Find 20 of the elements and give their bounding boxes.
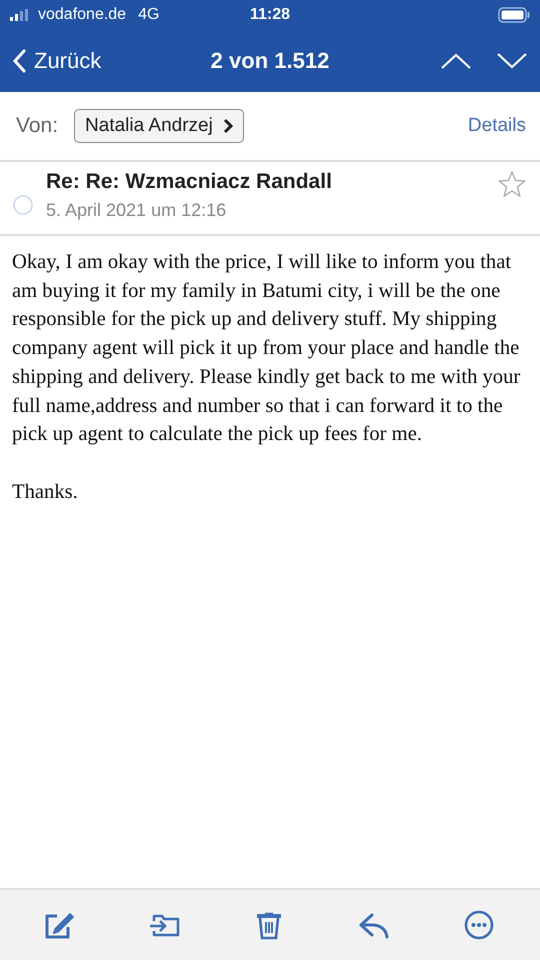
back-button[interactable]: Zurück: [12, 48, 102, 74]
battery-icon: [498, 7, 530, 23]
details-link[interactable]: Details: [468, 115, 526, 137]
network-type: 4G: [138, 6, 160, 24]
star-icon[interactable]: [498, 170, 526, 198]
chevron-right-icon: [222, 118, 233, 134]
date: 5. April 2021 um 12:16: [46, 200, 228, 221]
from-label: Von:: [16, 114, 58, 138]
chevron-left-icon: [12, 49, 26, 73]
chevron-up-icon[interactable]: [440, 52, 472, 70]
more-button[interactable]: [463, 909, 496, 941]
message-paragraph: Okay, I am okay with the price, I will like to inform you that am buying it for my family in Batumi city, i will be the one responsible for the pick up and delivery stuff. My shipping company agent will pick it up from your place and handle the shipping and delivery. Please kindly get back to me with your full name,address and number so that i can forward it to the pick up agent to calculate the pick up fees for me.: [12, 250, 522, 448]
carrier-name: vodafone.de: [38, 6, 126, 24]
more-icon: [463, 909, 496, 941]
message-paragraph: Thanks.: [12, 480, 79, 505]
subject: Re: Re: Wzmacniacz Randall: [46, 170, 333, 194]
sender-button[interactable]: Natalia Andrzej: [74, 109, 244, 143]
message-position: 2 von 1.512: [210, 48, 330, 73]
clock: 11:28: [250, 6, 290, 23]
chevron-down-icon[interactable]: [496, 52, 528, 70]
